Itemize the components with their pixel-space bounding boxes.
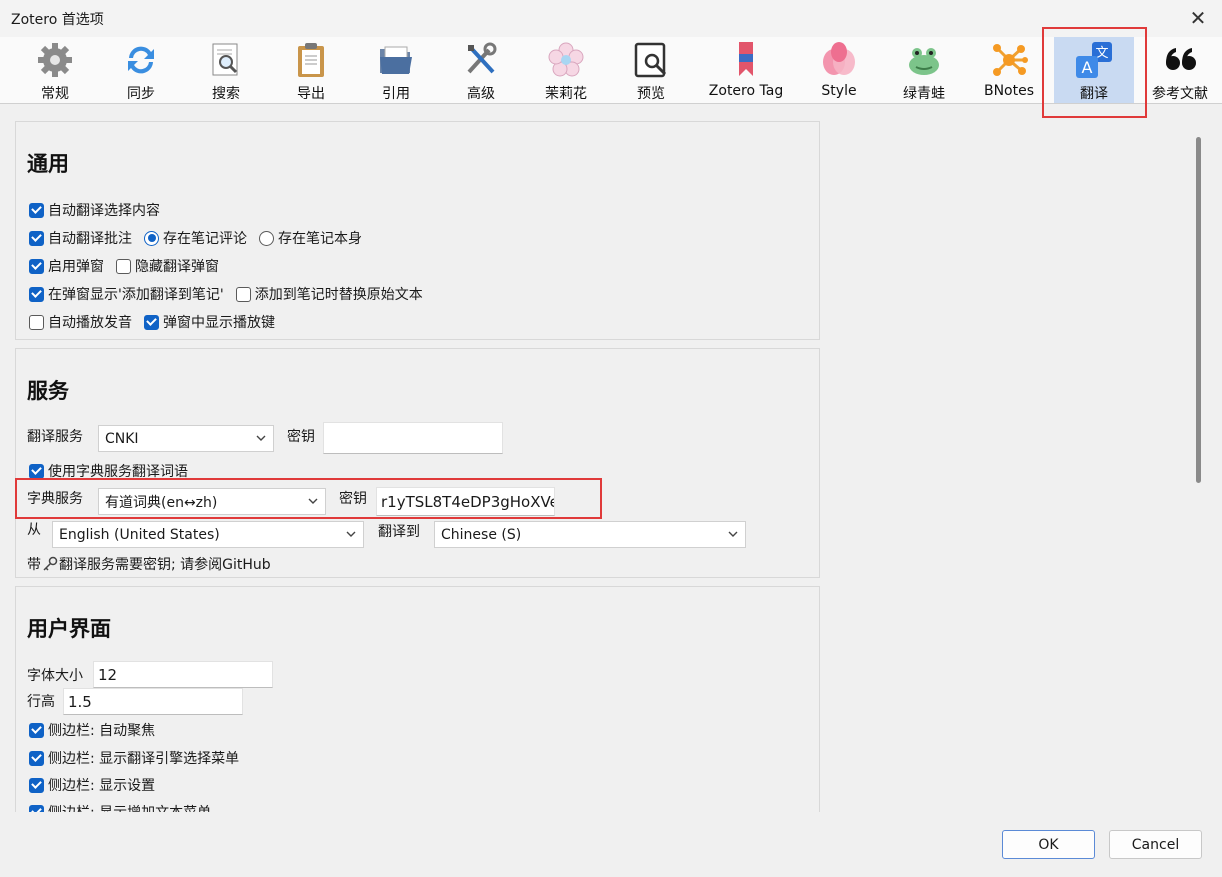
dict-service-label: 字典服务 — [27, 491, 83, 507]
sync-icon — [121, 40, 161, 80]
line-height-label: 行高 — [27, 694, 55, 710]
sidebar-engine-menu-checkbox[interactable]: 侧边栏: 显示翻译引擎选择菜单 — [29, 748, 239, 768]
chevron-down-icon — [728, 531, 738, 537]
jasmine-icon — [546, 40, 586, 80]
service-note: 带 翻译服务需要密钥; 请参阅GitHub — [27, 556, 271, 573]
tab-cite[interactable]: 引用 — [356, 37, 436, 103]
window-title: Zotero 首选项 — [11, 12, 104, 28]
tab-zotero-tag[interactable]: Zotero Tag — [700, 37, 792, 103]
from-language-select[interactable]: English (United States) — [52, 521, 364, 548]
tab-search[interactable]: 搜索 — [186, 37, 266, 103]
service-group: 服务 翻译服务 CNKI 密钥 使用字典服务翻译词语 字典服务 有道词典(en↔… — [15, 348, 820, 578]
font-size-input[interactable]: 12 — [93, 661, 273, 688]
save-in-note-comment-radio[interactable]: 存在笔记评论 — [144, 228, 247, 248]
auto-play-checkbox[interactable]: 自动播放发音 — [29, 312, 132, 332]
clipboard-icon — [291, 40, 331, 80]
tab-jasmine[interactable]: 茉莉花 — [526, 37, 606, 103]
to-label: 翻译到 — [378, 524, 420, 540]
svg-text:A: A — [1082, 58, 1093, 77]
key-label: 密钥 — [287, 429, 315, 445]
replace-original-checkbox[interactable]: 添加到笔记时替换原始文本 — [235, 284, 423, 304]
show-add-to-note-checkbox[interactable]: 在弹窗显示'添加翻译到笔记' — [29, 284, 224, 304]
search-doc-icon — [206, 40, 246, 80]
tab-style[interactable]: Style — [799, 37, 879, 103]
sidebar-more-checkbox[interactable]: 侧边栏: 显示增加文本菜单 — [29, 802, 211, 812]
dialog-footer: OK Cancel — [0, 812, 1222, 877]
tools-icon — [461, 40, 501, 80]
style-icon — [819, 40, 859, 80]
dict-service-select[interactable]: 有道词典(en↔zh) — [98, 488, 326, 515]
translate-service-select[interactable]: CNKI — [98, 425, 274, 452]
from-label: 从 — [27, 522, 41, 538]
sidebar-settings-checkbox[interactable]: 侧边栏: 显示设置 — [29, 775, 155, 795]
sidebar-autofocus-checkbox[interactable]: 侧边栏: 自动聚焦 — [29, 720, 155, 740]
chevron-down-icon — [346, 531, 356, 537]
hide-popup-checkbox[interactable]: 隐藏翻译弹窗 — [116, 256, 219, 276]
title-bar: Zotero 首选项 ✕ — [0, 0, 1222, 37]
scrollbar-thumb[interactable] — [1196, 137, 1201, 483]
chevron-down-icon — [308, 498, 318, 504]
gear-icon — [35, 40, 75, 80]
translate-service-label: 翻译服务 — [27, 429, 83, 445]
bookmark-icon — [726, 40, 766, 80]
auto-translate-annotation-checkbox[interactable]: 自动翻译批注 — [29, 228, 132, 248]
quote-icon — [1160, 40, 1200, 80]
ui-group: 用户界面 字体大小 12 行高 1.5 侧边栏: 自动聚焦 侧边栏: 显示翻译引… — [15, 586, 820, 812]
tab-green-frog[interactable]: 绿青蛙 — [884, 37, 964, 103]
molecule-icon — [989, 40, 1029, 80]
chevron-down-icon — [256, 435, 266, 441]
ui-heading: 用户界面 — [27, 617, 111, 641]
tab-references[interactable]: 参考文献 — [1140, 37, 1220, 103]
prefs-content: 通用 自动翻译选择内容 自动翻译批注 存在笔记评论 存在笔记本身 启用弹窗 隐藏… — [0, 104, 1222, 812]
prefs-toolbar: 常规 同步 搜索 导出 引用 高级 茉莉花 预览 Zotero Tag Styl… — [0, 37, 1222, 104]
auto-translate-selection-checkbox[interactable]: 自动翻译选择内容 — [29, 200, 160, 220]
save-in-note-body-radio[interactable]: 存在笔记本身 — [259, 228, 362, 248]
font-size-label: 字体大小 — [27, 668, 83, 684]
preview-icon — [631, 40, 671, 80]
tab-general[interactable]: 常规 — [15, 37, 95, 103]
tab-advanced[interactable]: 高级 — [441, 37, 521, 103]
tab-translate[interactable]: 文A 翻译 — [1054, 37, 1134, 103]
ok-button[interactable]: OK — [1002, 830, 1095, 859]
general-heading: 通用 — [27, 152, 69, 176]
line-height-input[interactable]: 1.5 — [63, 688, 243, 715]
dict-key-input[interactable]: r1yTSL8T4eDP3gHoXVe — [376, 487, 555, 516]
service-heading: 服务 — [27, 379, 69, 403]
dict-key-label: 密钥 — [339, 491, 367, 507]
translate-icon: 文A — [1074, 40, 1114, 80]
cancel-button[interactable]: Cancel — [1109, 830, 1202, 859]
frog-icon — [904, 40, 944, 80]
key-input[interactable] — [323, 422, 503, 454]
tab-preview[interactable]: 预览 — [611, 37, 691, 103]
general-group: 通用 自动翻译选择内容 自动翻译批注 存在笔记评论 存在笔记本身 启用弹窗 隐藏… — [15, 121, 820, 340]
tab-bnotes[interactable]: BNotes — [969, 37, 1049, 103]
key-icon — [42, 556, 58, 572]
to-language-select[interactable]: Chinese (S) — [434, 521, 746, 548]
tab-export[interactable]: 导出 — [271, 37, 351, 103]
folder-icon — [376, 40, 416, 80]
show-play-button-checkbox[interactable]: 弹窗中显示播放键 — [144, 312, 275, 332]
enable-popup-checkbox[interactable]: 启用弹窗 — [29, 256, 104, 276]
tab-sync[interactable]: 同步 — [101, 37, 181, 103]
close-icon[interactable]: ✕ — [1184, 4, 1212, 32]
use-dict-checkbox[interactable]: 使用字典服务翻译词语 — [29, 461, 188, 481]
